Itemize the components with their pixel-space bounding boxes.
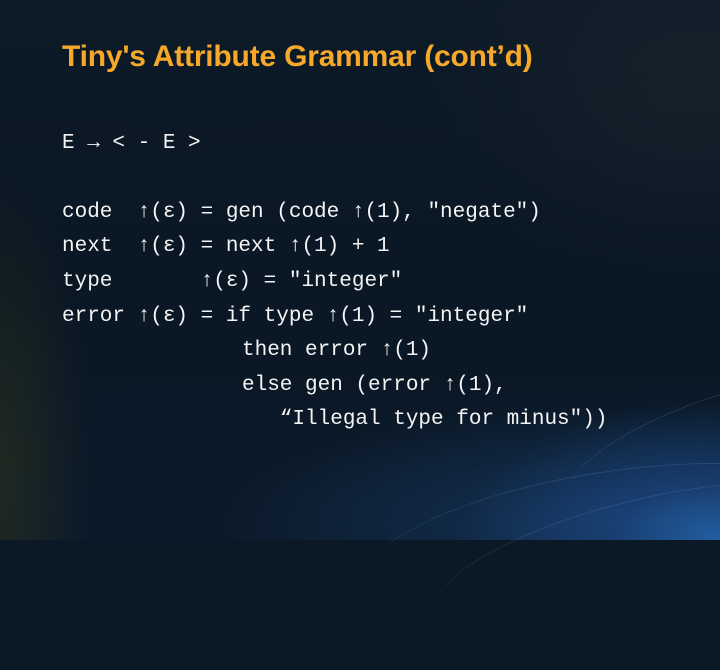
production-rule: E → < - E >	[62, 132, 201, 155]
rule-next: next ↑(ε) = next ↑(1) + 1	[62, 235, 390, 258]
rule-code: code ↑(ε) = gen (code ↑(1), "negate")	[62, 201, 541, 224]
rule-type: type ↑(ε) = "integer"	[62, 270, 403, 293]
rule-error-message: “Illegal type for minus"))	[242, 408, 608, 431]
rule-error-then: then error ↑(1)	[242, 339, 432, 362]
slide-title: Tiny's Attribute Grammar (cont’d)	[62, 40, 533, 73]
rule-error: error ↑(ε) = if type ↑(1) = "integer"	[62, 305, 529, 328]
rule-error-else: else gen (error ↑(1),	[242, 374, 507, 397]
